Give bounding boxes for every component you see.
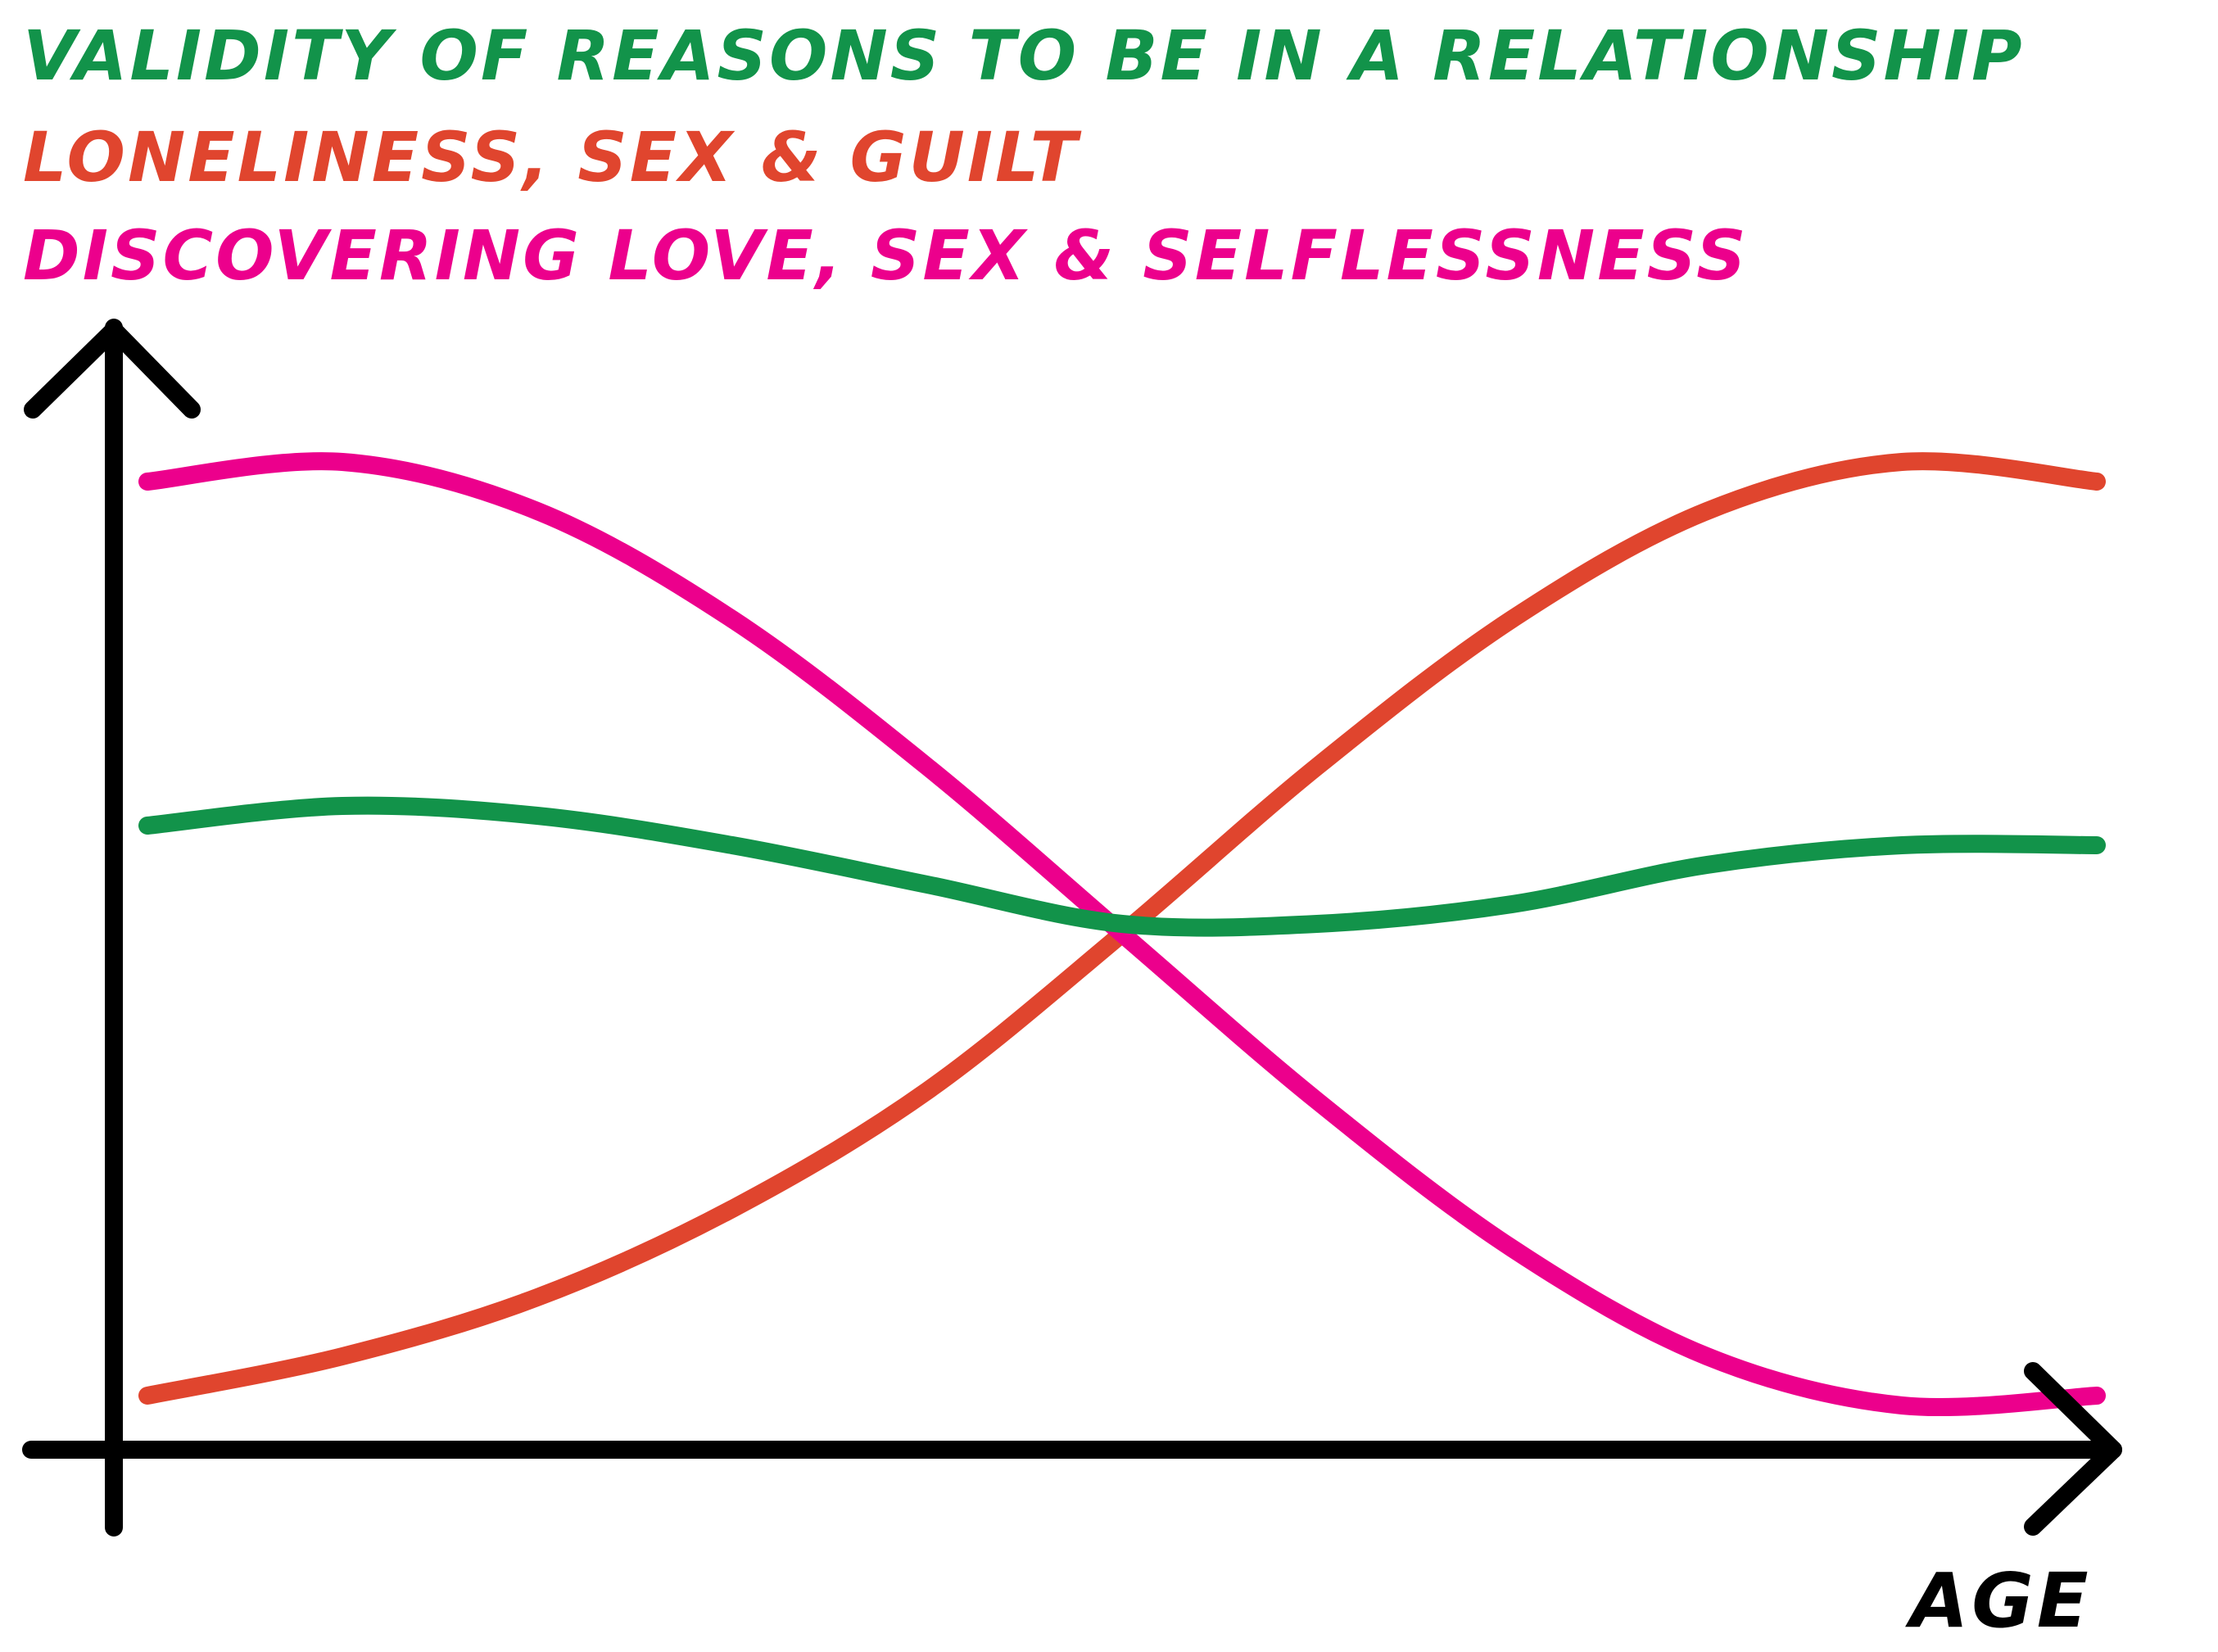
series-line-green	[138, 796, 2106, 937]
x-axis-label: AGE	[1910, 1557, 2092, 1645]
line-chart	[22, 319, 2122, 1537]
series-line-discovering-love	[138, 452, 2106, 1417]
series-layer	[138, 452, 2106, 1417]
